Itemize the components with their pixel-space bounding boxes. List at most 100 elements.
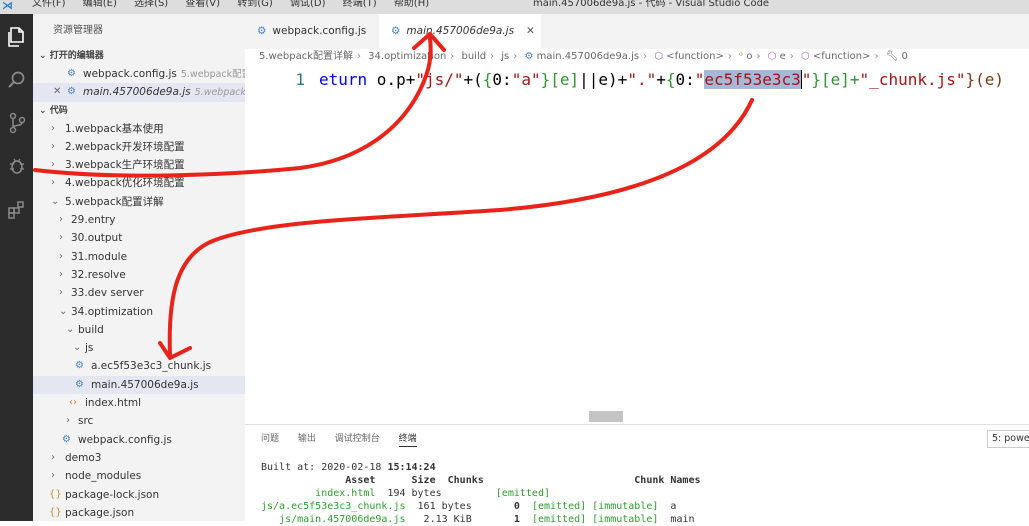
terminal-output[interactable]: Built at: 2020-02-18 15:14:24 Asset Size… <box>261 461 701 526</box>
tree-folder[interactable]: › 29.entry <box>33 211 245 229</box>
tree-folder[interactable]: › 33.dev server <box>33 284 245 302</box>
tab-problems[interactable]: 问题 <box>261 434 279 444</box>
chevron-right-icon: › <box>51 451 55 463</box>
terminal-select[interactable]: 5: powe <box>987 430 1029 448</box>
tree-folder[interactable]: › node_modules <box>33 467 245 485</box>
breadcrumb: 5.webpack配置详解 › 34.optimization › build › j… <box>245 49 1029 64</box>
tree-folder[interactable]: › 2.webpack开发环境配置 <box>33 138 245 156</box>
html-icon: ‹› <box>69 397 77 409</box>
open-editor-path: 5.webpack配置... <box>180 69 245 80</box>
chevron-right-icon: › <box>51 159 55 171</box>
tree-file[interactable]: ‹› index.html <box>33 394 245 412</box>
chevron-right-icon: › <box>59 268 63 280</box>
menu-view[interactable]: 查看(V) <box>185 0 220 9</box>
breadcrumb-item[interactable]: js <box>501 51 509 62</box>
wrench-icon: 🔧︎ <box>885 51 899 62</box>
tree-folder[interactable]: › demo3 <box>33 449 245 467</box>
extensions-icon[interactable] <box>6 200 28 222</box>
selected-text: ec5f53e3c3 <box>704 70 801 89</box>
open-editor-item[interactable]: ✕ ⚙ main.457006de9a.js5.webpack配... <box>33 83 245 102</box>
tree-file[interactable]: {} package-lock.json <box>33 486 245 504</box>
vscode-logo-icon: ⋊ <box>2 0 13 12</box>
breadcrumb-item[interactable]: e <box>780 51 786 62</box>
chevron-right-icon: › <box>51 470 55 482</box>
debug-icon[interactable] <box>6 156 28 178</box>
menu-debug[interactable]: 调试(D) <box>290 0 326 9</box>
menu-help[interactable]: 帮助(H) <box>394 0 429 9</box>
breadcrumb-item[interactable]: build <box>461 51 486 62</box>
tab-webpack-config[interactable]: ⚙ webpack.config.js <box>245 14 377 49</box>
close-icon[interactable]: ✕ <box>526 25 535 37</box>
tree-file[interactable]: {} package.json <box>33 504 245 521</box>
bottom-panel: 问题 输出 调试控制台 终端 5: powe Built at: 2020-02… <box>245 424 1029 525</box>
chevron-right-icon: › <box>51 140 55 152</box>
gear-icon: ⚙ <box>391 25 401 37</box>
tree-folder[interactable]: › 31.module <box>33 248 245 266</box>
breadcrumb-item[interactable]: <function> <box>666 51 724 62</box>
open-editor-item[interactable]: ⚙ webpack.config.js5.webpack配置... <box>33 65 245 83</box>
files-icon[interactable] <box>6 26 28 48</box>
chevron-down-icon: ⌄ <box>73 342 82 354</box>
breadcrumb-item[interactable]: 34.optimization <box>368 51 446 62</box>
gear-icon: ⚙ <box>75 378 84 390</box>
tab-output[interactable]: 输出 <box>298 434 316 444</box>
chevron-down-icon: ⌄ <box>39 51 47 61</box>
chevron-right-icon: › <box>59 214 63 226</box>
gear-icon: ⚙ <box>67 86 76 98</box>
tree-file[interactable]: ⚙ main.457006de9a.js <box>33 375 245 395</box>
horizontal-scrollbar-thumb[interactable] <box>589 411 623 422</box>
tree-folder[interactable]: ⌄ 5.webpack配置详解 <box>33 193 245 211</box>
menu-go[interactable]: 转到(G) <box>237 0 273 9</box>
menu-file[interactable]: 文件(F) <box>32 0 66 9</box>
tree-file[interactable]: ⚙ webpack.config.js <box>33 431 245 449</box>
menu-terminal[interactable]: 终端(T) <box>343 0 377 9</box>
json-icon: {} <box>49 488 62 500</box>
breadcrumb-item[interactable]: <function> <box>813 51 871 62</box>
menu-edit[interactable]: 编辑(E) <box>83 0 117 9</box>
tree-folder[interactable]: › 1.webpack基本使用 <box>33 120 245 138</box>
menu-selection[interactable]: 选择(S) <box>134 0 168 9</box>
open-editor-name: webpack.config.js <box>83 68 177 80</box>
search-icon[interactable] <box>6 70 28 92</box>
breadcrumb-item[interactable]: o <box>746 51 752 62</box>
chevron-down-icon: ⌄ <box>59 305 68 317</box>
open-editor-name: main.457006de9a.js <box>83 86 191 99</box>
breadcrumb-item[interactable]: 5.webpack配置详解 <box>259 51 353 62</box>
tree-folder[interactable]: ⌄ js <box>33 339 245 357</box>
source-control-icon[interactable] <box>6 112 28 134</box>
breadcrumb-item[interactable]: 0 <box>902 51 908 62</box>
gear-icon: ⚙ <box>62 433 71 445</box>
editor-tabs: ⚙ webpack.config.js ⚙ main.457006de9a.js ✕ <box>245 14 1029 49</box>
chevron-down-icon: ⌄ <box>66 323 75 335</box>
close-icon[interactable]: ✕ <box>53 83 63 101</box>
tree-folder[interactable]: ⌄ 34.optimization <box>33 303 245 321</box>
tab-terminal[interactable]: 终端 <box>398 434 417 447</box>
tree-folder[interactable]: › 3.webpack生产环境配置 <box>33 156 245 174</box>
open-editors-header[interactable]: ⌄ 打开的编辑器 <box>33 47 245 65</box>
cube-icon: ⬡ <box>654 51 664 62</box>
chevron-right-icon: › <box>59 232 63 244</box>
tree-folder[interactable]: › 30.output <box>33 229 245 247</box>
code-line[interactable]: 1 eturn o.p+"js/"+({0:"a"}[e]||e)+"."+{0… <box>245 68 1029 92</box>
chevron-right-icon: › <box>66 415 70 427</box>
tree-folder[interactable]: › src <box>33 412 245 430</box>
chevron-right-icon: › <box>59 250 63 262</box>
tree-file[interactable]: ⚙ a.ec5f53e3c3_chunk.js <box>33 357 245 375</box>
chevron-right-icon: › <box>51 122 55 134</box>
tree-folder[interactable]: ⌄ build <box>33 321 245 339</box>
tree-folder[interactable]: › 4.webpack优化环境配置 <box>33 174 245 192</box>
breadcrumb-item[interactable]: main.457006de9a.js <box>537 51 640 62</box>
code-text: eturn o.p+"js/"+({0:"a"}[e]||e)+"."+{0:"… <box>319 70 1005 89</box>
tab-main-js[interactable]: ⚙ main.457006de9a.js ✕ <box>379 14 541 49</box>
gear-icon: ⚙ <box>524 51 534 62</box>
code-editor[interactable]: 1 eturn o.p+"js/"+({0:"a"}[e]||e)+"."+{0… <box>245 64 1029 424</box>
tab-debug-console[interactable]: 调试控制台 <box>335 434 380 444</box>
tree-folder[interactable]: › 32.resolve <box>33 266 245 284</box>
chevron-down-icon: ⌄ <box>39 105 47 116</box>
window-title: main.457006de9a.js - 代码 - Visual Studio … <box>533 0 770 9</box>
cube-icon: ⬡ <box>767 51 777 62</box>
cube-icon: ⬡ <box>800 51 810 62</box>
gear-icon: ⚙ <box>67 68 76 79</box>
workspace-header[interactable]: ⌄ 代码 <box>33 102 245 120</box>
explorer-title: 资源管理器 <box>53 25 103 36</box>
